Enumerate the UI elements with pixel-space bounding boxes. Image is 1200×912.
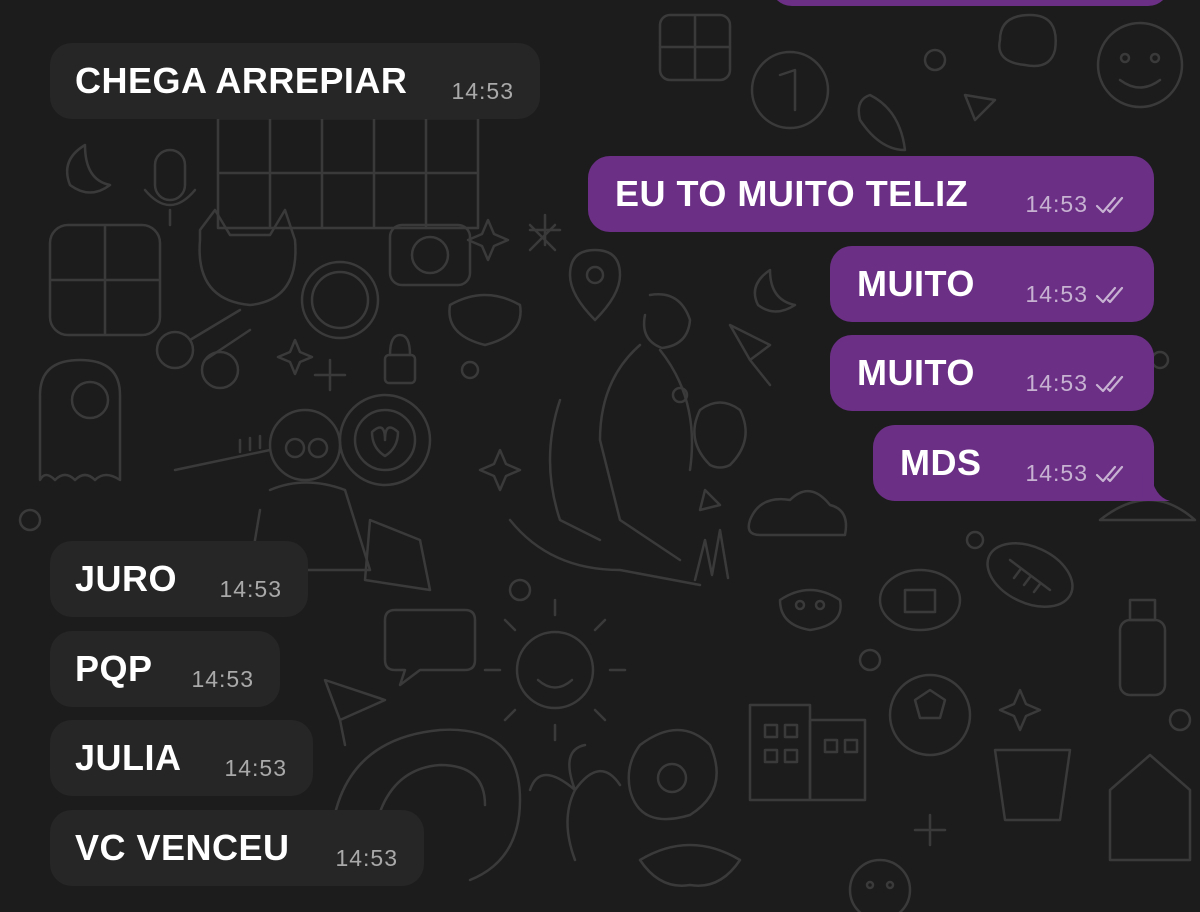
message-bubble-incoming[interactable]: JURO 14:53 <box>50 541 308 617</box>
message-meta: 14:53 <box>219 576 282 603</box>
double-check-icon <box>1095 375 1124 392</box>
message-bubble-incoming[interactable]: VC VENCEU 14:53 <box>50 810 424 886</box>
message-text: MUITO <box>857 352 975 393</box>
message-meta: 14:53 <box>1025 460 1128 487</box>
message-text: JURO <box>75 558 178 599</box>
bubble-tail <box>1142 471 1170 501</box>
message-text: JULIA <box>75 737 182 778</box>
message-text: EU TO MUITO TELIZ <box>615 173 969 214</box>
message-meta: 14:53 <box>451 78 514 105</box>
message-meta: 14:53 <box>335 845 398 872</box>
message-meta: 14:53 <box>1025 191 1128 218</box>
message-time: 14:53 <box>451 78 514 104</box>
message-meta: 14:53 <box>224 755 287 782</box>
message-time: 14:53 <box>1025 370 1088 396</box>
message-time: 14:53 <box>219 576 282 602</box>
message-bubble-outgoing[interactable]: EU TO MUITO TELIZ 14:53 <box>588 156 1154 232</box>
message-text: MUITO <box>857 263 975 304</box>
message-bubble-outgoing-partial[interactable] <box>770 0 1170 6</box>
message-bubble-outgoing[interactable]: MDS 14:53 <box>873 425 1170 501</box>
message-time: 14:53 <box>335 845 398 871</box>
double-check-icon <box>1095 196 1124 213</box>
message-meta: 14:53 <box>1025 370 1128 397</box>
message-meta: 14:53 <box>1025 281 1128 308</box>
message-bubble-incoming[interactable]: PQP 14:53 <box>50 631 280 707</box>
message-time: 14:53 <box>1025 460 1088 486</box>
double-check-icon <box>1095 465 1124 482</box>
double-check-icon <box>1095 286 1124 303</box>
message-time: 14:53 <box>1025 281 1088 307</box>
message-bubble-incoming[interactable]: JULIA 14:53 <box>50 720 313 796</box>
message-text: PQP <box>75 648 153 689</box>
message-text: CHEGA ARREPIAR <box>75 60 408 101</box>
message-bubble-outgoing[interactable]: MUITO 14:53 <box>830 335 1154 411</box>
message-text: VC VENCEU <box>75 827 290 868</box>
message-bubble-outgoing[interactable]: MUITO 14:53 <box>830 246 1154 322</box>
message-meta: 14:53 <box>191 666 254 693</box>
chat-view[interactable]: CHEGA ARREPIAR 14:53 EU TO MUITO TELIZ 1… <box>0 0 1200 912</box>
message-time: 14:53 <box>224 755 287 781</box>
message-time: 14:53 <box>1025 191 1088 217</box>
message-time: 14:53 <box>191 666 254 692</box>
message-bubble-incoming[interactable]: CHEGA ARREPIAR 14:53 <box>50 43 540 119</box>
message-text: MDS <box>900 442 982 483</box>
